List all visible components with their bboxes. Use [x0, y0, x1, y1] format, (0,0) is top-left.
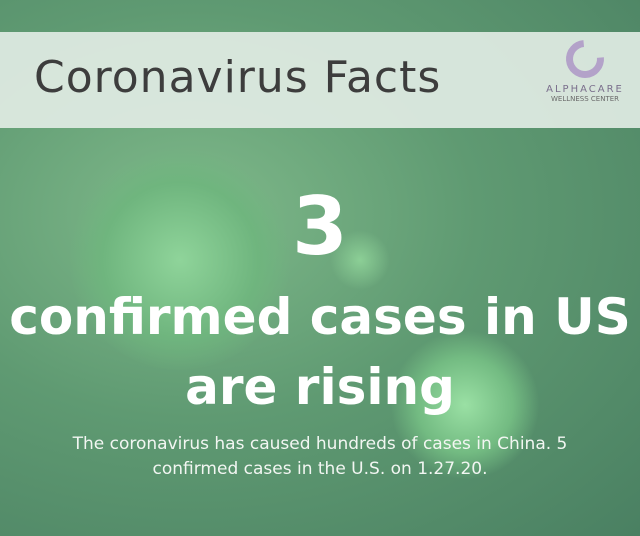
alphacare-logo: ALPHACARE WELLNESS CENTER	[540, 32, 630, 103]
case-count: 3	[292, 180, 348, 273]
page-title: Coronavirus Facts	[34, 52, 442, 103]
headline-line-1: confirmed cases in US	[9, 288, 631, 346]
headline-line-2: are rising	[185, 358, 455, 416]
logo-brand: ALPHACARE	[546, 84, 624, 95]
logo-ring-icon	[558, 32, 612, 86]
description: The coronavirus has caused hundreds of c…	[72, 434, 568, 479]
logo-subtitle: WELLNESS CENTER	[550, 95, 620, 103]
header-banner: Coronavirus Facts ALPHACARE WELLNESS CEN…	[0, 32, 640, 128]
